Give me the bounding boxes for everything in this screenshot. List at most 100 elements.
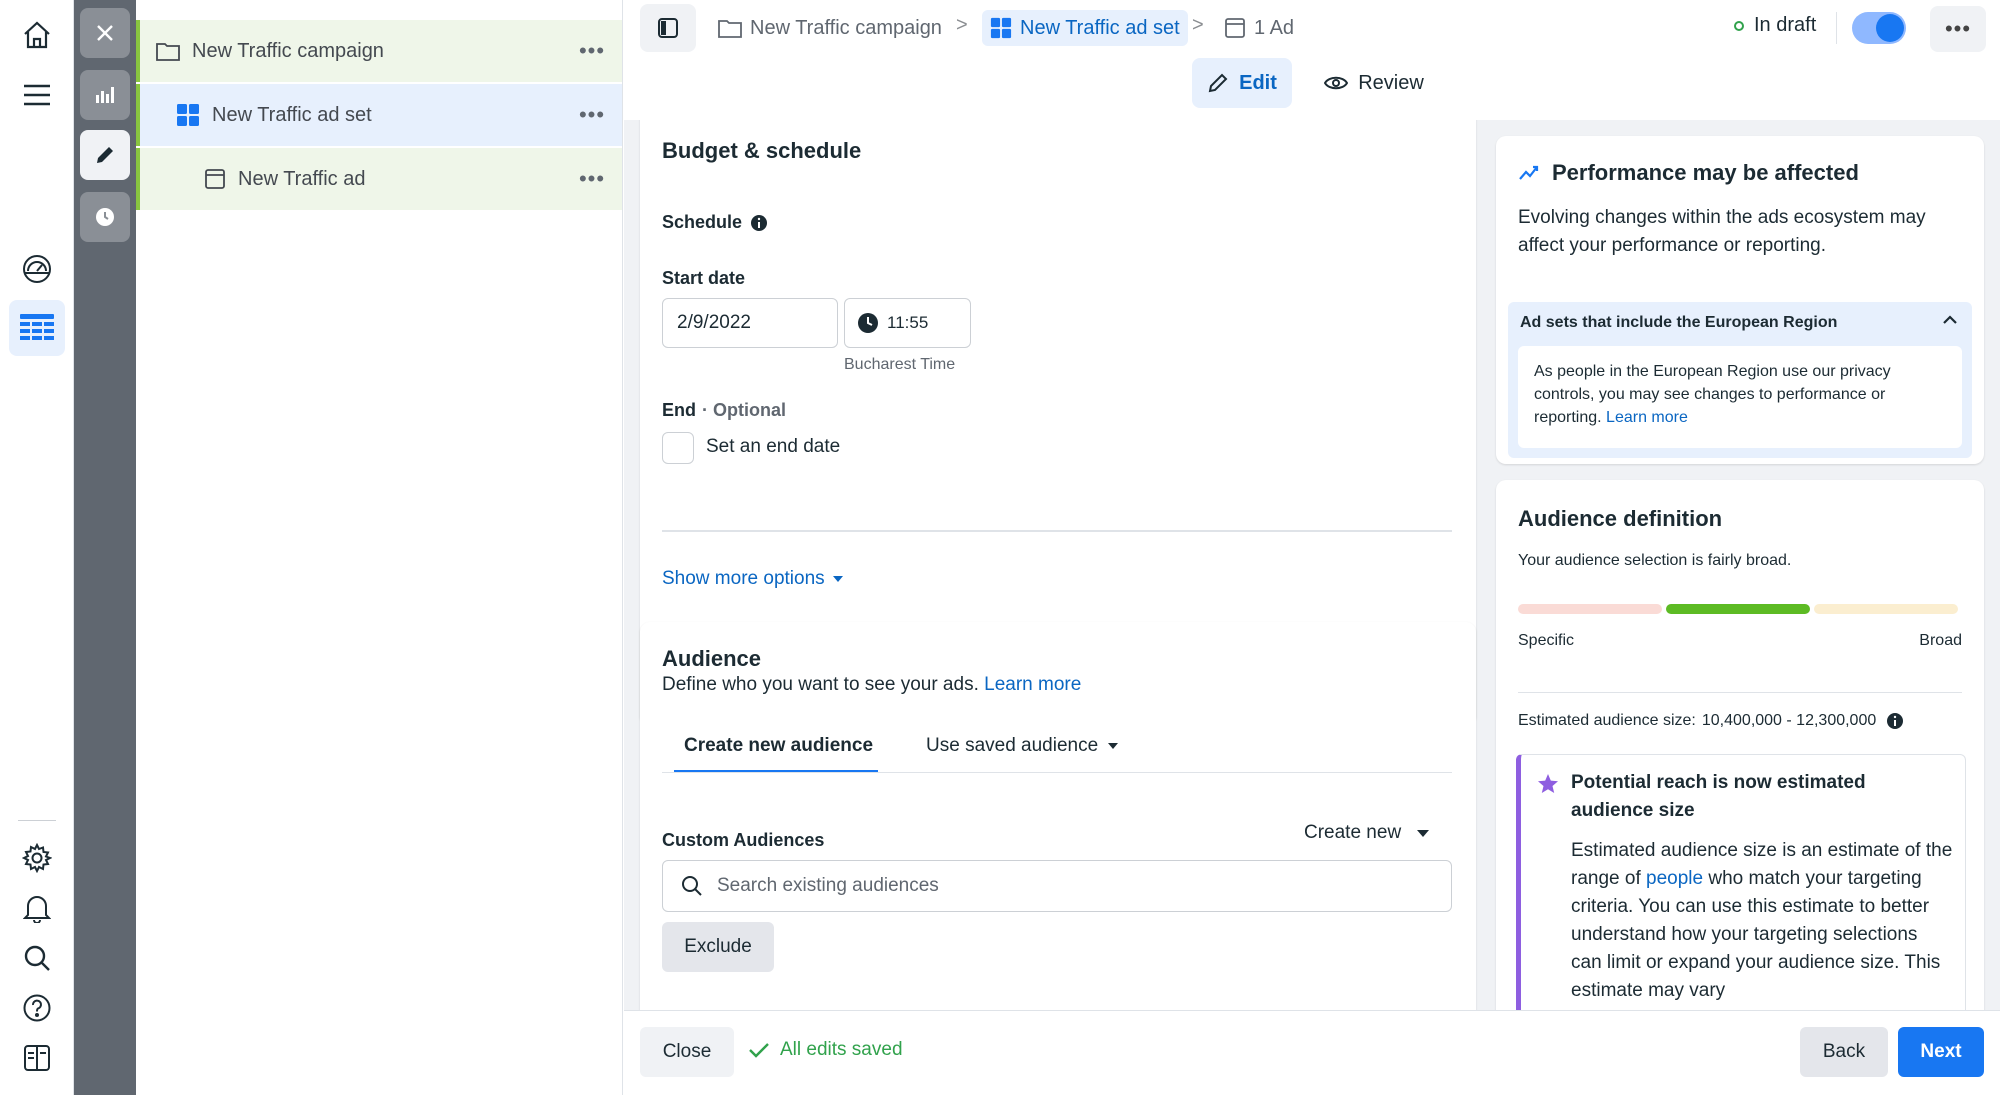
estimated-size-row: Estimated audience size: 10,400,000 - 12… (1518, 712, 1904, 730)
help-icon[interactable] (9, 980, 65, 1036)
breadcrumb-adset[interactable]: New Traffic ad set (982, 10, 1188, 46)
tree-item-campaign[interactable]: New Traffic campaign ••• (136, 20, 622, 82)
tree-ad-label: New Traffic ad (238, 167, 366, 190)
exclude-button[interactable]: Exclude (662, 922, 774, 972)
back-button[interactable]: Back (1800, 1027, 1888, 1077)
audience-definition-card: Audience definition Your audience select… (1496, 480, 1984, 1010)
end-label-row: End · Optional (662, 400, 786, 421)
draft-status: In draft (1734, 14, 1816, 37)
performance-body: Evolving changes within the ads ecosyste… (1518, 207, 1926, 256)
more-options-icon[interactable]: ••• (562, 166, 622, 192)
breadcrumb-ad-label: 1 Ad (1254, 16, 1295, 39)
eye-icon (1324, 75, 1349, 91)
end-optional-label: · Optional (702, 400, 786, 420)
tab-create-new-audience[interactable]: Create new audience (684, 735, 873, 757)
tab-review-label: Review (1358, 71, 1424, 94)
section-divider (662, 530, 1452, 532)
tree-item-ad[interactable]: New Traffic ad ••• (136, 148, 622, 210)
audience-subtitle-row: Define who you want to see your ads. Lea… (662, 674, 1081, 696)
meter-active-segment (1666, 604, 1810, 614)
campaign-on-off-toggle[interactable] (1852, 12, 1906, 44)
notice-learn-more-link[interactable]: Learn more (1606, 409, 1688, 426)
tab-edit[interactable]: Edit (1192, 58, 1292, 108)
tab-use-saved-audience[interactable]: Use saved audience (926, 735, 1119, 757)
timezone-label: Bucharest Time (844, 356, 956, 373)
folder-icon (156, 41, 180, 61)
more-actions-button[interactable]: ••• (1930, 6, 1986, 52)
reach-title: Potential reach is now estimated audienc… (1571, 772, 1866, 821)
checkmark-icon (748, 1041, 770, 1059)
audience-learn-more-link[interactable]: Learn more (984, 674, 1081, 695)
breadcrumb-campaign-label: New Traffic campaign (750, 16, 942, 39)
audience-card: Audience Define who you want to see your… (640, 622, 1476, 1010)
menu-icon[interactable] (9, 67, 65, 123)
reports-icon[interactable] (9, 1030, 65, 1086)
breadcrumb-adset-label: New Traffic ad set (1020, 16, 1180, 39)
meter-specific-label: Specific (1518, 632, 1575, 649)
notifications-icon[interactable] (9, 880, 65, 936)
european-region-notice: Ad sets that include the European Region… (1508, 302, 1972, 458)
breadcrumb-ad[interactable]: 1 Ad (1224, 10, 1294, 46)
nav-divider (18, 820, 56, 821)
info-icon[interactable] (1886, 712, 1904, 730)
performance-title: Performance may be affected (1552, 160, 1859, 185)
tree-item-adset[interactable]: New Traffic ad set ••• (136, 84, 622, 146)
start-date-value: 2/9/2022 (677, 312, 751, 333)
breadcrumb-campaign[interactable]: New Traffic campaign (718, 10, 942, 46)
tree-campaign-label: New Traffic campaign (192, 39, 384, 62)
edit-pencil-icon[interactable] (80, 130, 130, 180)
meter-broad-segment (1814, 604, 1958, 614)
show-more-options-link[interactable]: Show more options (662, 568, 843, 590)
settings-icon[interactable] (9, 830, 65, 886)
end-label: End (662, 400, 696, 420)
save-status-label: All edits saved (780, 1039, 903, 1060)
notice-body-text: As people in the European Region use our… (1534, 363, 1891, 426)
custom-audiences-label: Custom Audiences (662, 830, 825, 850)
create-new-dropdown[interactable]: Create new (1304, 822, 1430, 844)
start-time-input[interactable]: 11:55 (844, 298, 971, 348)
create-new-label: Create new (1304, 822, 1402, 843)
ad-window-icon (1224, 17, 1246, 39)
tab-edit-label: Edit (1239, 71, 1277, 94)
meter-specific-segment (1518, 604, 1662, 614)
chart-icon[interactable] (80, 70, 130, 120)
estimated-size-label: Estimated audience size: (1518, 712, 1696, 729)
dashboard-icon[interactable] (9, 241, 65, 297)
audience-title: Audience (662, 646, 762, 671)
tree-adset-label: New Traffic ad set (212, 103, 372, 126)
budget-title: Budget & schedule (662, 138, 862, 163)
toolbar-divider (1836, 12, 1837, 44)
section-divider (1518, 692, 1962, 693)
draft-status-label: In draft (1754, 14, 1817, 36)
potential-reach-notice: Potential reach is now estimated audienc… (1516, 754, 1966, 1010)
estimated-size-value: 10,400,000 - 12,300,000 (1701, 712, 1877, 729)
end-date-checkbox[interactable] (662, 432, 694, 464)
history-clock-icon[interactable] (80, 192, 130, 242)
close-icon[interactable] (80, 8, 130, 58)
close-button[interactable]: Close (640, 1027, 734, 1077)
breadcrumb-separator: > (1192, 14, 1204, 36)
status-dot-icon (1734, 20, 1744, 31)
audience-breadth-status: Your audience selection is fairly broad. (1518, 552, 1792, 569)
adset-grid-icon (176, 103, 200, 127)
home-icon[interactable] (9, 7, 65, 63)
search-icon[interactable] (9, 930, 65, 986)
ad-window-icon (204, 168, 226, 190)
next-button[interactable]: Next (1898, 1027, 1984, 1077)
tab-review[interactable]: Review (1314, 58, 1434, 108)
folder-icon (718, 18, 742, 38)
people-link[interactable]: people (1646, 868, 1703, 889)
performance-title-row: Performance may be affected (1518, 160, 1859, 186)
caret-down-icon (1108, 743, 1119, 749)
search-audiences-placeholder: Search existing audiences (717, 875, 939, 896)
more-options-icon[interactable]: ••• (562, 102, 622, 128)
chevron-up-icon[interactable] (1942, 314, 1958, 324)
search-audiences-input[interactable]: Search existing audiences (662, 860, 1452, 912)
start-date-input[interactable]: 2/9/2022 (662, 298, 838, 348)
info-icon[interactable] (750, 214, 768, 232)
show-more-options-label: Show more options (662, 568, 825, 589)
panel-toggle-icon[interactable] (640, 4, 696, 52)
breadcrumb-separator: > (956, 14, 968, 36)
ads-manager-table-icon[interactable] (9, 300, 65, 356)
more-options-icon[interactable]: ••• (562, 38, 622, 64)
